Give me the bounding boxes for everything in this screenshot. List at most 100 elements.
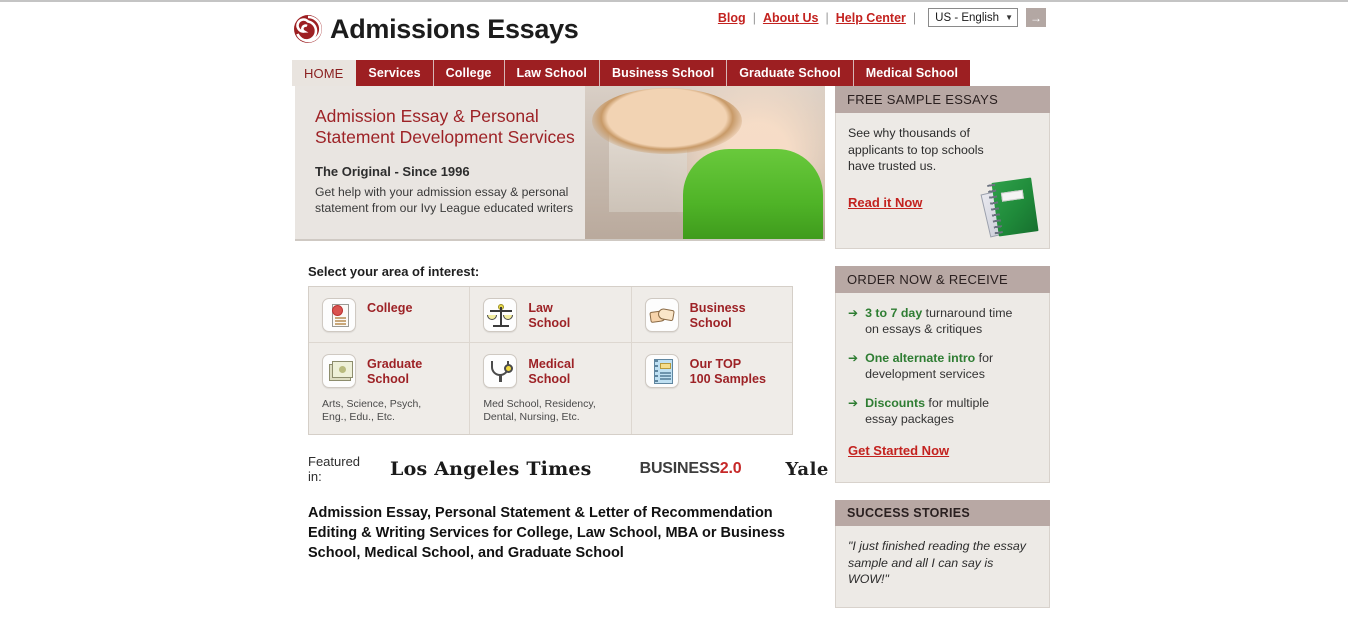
benefit-discounts-text: Discounts for multiple essay packages bbox=[865, 395, 989, 427]
interest-item-medical-school-label: Medical School bbox=[528, 354, 574, 387]
diploma-icon bbox=[322, 354, 356, 388]
free-samples-line3: have trusted us. bbox=[848, 159, 937, 173]
med-note-line1: Med School, Residency, bbox=[483, 398, 596, 410]
interest-item-medical-school[interactable]: Medical School Med School, Residency, De… bbox=[470, 343, 632, 434]
get-started-now-link[interactable]: Get Started Now bbox=[848, 443, 949, 458]
success-story-quote: "I just finished reading the essay sampl… bbox=[848, 538, 1037, 588]
hero-heading-line2: Statement Development Services bbox=[315, 127, 575, 147]
featured-in-row: Featured in: Los Angeles Times BUSINESS2… bbox=[308, 453, 891, 485]
chevron-down-icon: ▼ bbox=[1005, 12, 1013, 22]
interest-item-college-label: College bbox=[367, 298, 413, 316]
link-separator-2: | bbox=[825, 10, 829, 25]
top-link-about-us[interactable]: About Us bbox=[758, 11, 824, 25]
go-button[interactable]: → bbox=[1026, 8, 1046, 27]
scales-of-justice-icon bbox=[483, 298, 518, 332]
green-notebook-icon bbox=[980, 176, 1039, 238]
nav-tab-medical-school[interactable]: Medical School bbox=[853, 60, 971, 86]
spiral-logo-icon bbox=[293, 14, 323, 44]
site-container: Admissions Essays Blog | About Us | Help… bbox=[290, 2, 1050, 625]
panel-free-samples-title: FREE SAMPLE ESSAYS bbox=[835, 86, 1050, 113]
benefit-turnaround-line2: on essays & critiques bbox=[865, 322, 983, 336]
nav-tab-law-school-label: Law School bbox=[516, 66, 587, 80]
student-portrait bbox=[592, 88, 742, 154]
benefit-alt-intro-strong: One alternate intro bbox=[865, 351, 976, 365]
hero-photo bbox=[585, 86, 825, 239]
nav-tab-graduate-school[interactable]: Graduate School bbox=[727, 60, 854, 86]
interest-grad-text2: School bbox=[367, 372, 409, 386]
page-seo-heading: Admission Essay, Personal Statement & Le… bbox=[308, 503, 798, 563]
benefit-turnaround-strong: 3 to 7 day bbox=[865, 306, 923, 320]
nav-tab-graduate-school-label: Graduate School bbox=[739, 66, 841, 80]
benefit-discounts-strong: Discounts bbox=[865, 396, 925, 410]
arrow-right-icon: → bbox=[1030, 10, 1042, 25]
interest-item-graduate-school-label: Graduate School bbox=[367, 354, 422, 387]
language-select[interactable]: US - English ▼ bbox=[928, 8, 1018, 27]
interest-law-text2: School bbox=[528, 316, 571, 330]
nav-tab-medical-school-label: Medical School bbox=[865, 66, 959, 80]
panel-order-now-title: ORDER NOW & RECEIVE bbox=[835, 266, 1050, 293]
read-it-now-link[interactable]: Read it Now bbox=[848, 195, 922, 210]
featured-in-label: Featured in: bbox=[308, 454, 361, 484]
content-columns: Admission Essay & Personal Statement Dev… bbox=[290, 86, 1050, 625]
panel-success-stories-body: "I just finished reading the essay sampl… bbox=[835, 526, 1050, 608]
sidebar: FREE SAMPLE ESSAYS See why thousands of … bbox=[835, 86, 1050, 625]
top-link-blog[interactable]: Blog bbox=[713, 11, 751, 25]
interest-item-business-school-label: Business School bbox=[690, 298, 746, 331]
interest-item-business-school[interactable]: Business School bbox=[632, 287, 792, 342]
benefit-turnaround-rest: turnaround time bbox=[922, 306, 1013, 320]
benefit-item-discounts: ➔ Discounts for multiple essay packages bbox=[848, 395, 1037, 427]
top-navigation-links: Blog | About Us | Help Center | US - Eng… bbox=[713, 8, 1046, 27]
interest-top100-text1: Our TOP bbox=[689, 357, 742, 371]
interest-item-graduate-school[interactable]: Graduate School Arts, Science, Psych, En… bbox=[309, 343, 471, 434]
interest-row-2: Graduate School Arts, Science, Psych, En… bbox=[309, 342, 792, 434]
interest-item-law-school-label: Law School bbox=[528, 298, 570, 331]
interest-law-text1: Law bbox=[528, 301, 553, 315]
interest-grid: College Law School Business School Gradu… bbox=[308, 286, 793, 435]
business-2-0-logo: BUSINESS2.0 bbox=[640, 460, 742, 478]
site-logo[interactable]: Admissions Essays bbox=[293, 14, 579, 44]
panel-success-stories-title: SUCCESS STORIES bbox=[835, 500, 1050, 526]
benefit-alt-intro-rest: for bbox=[975, 351, 994, 365]
nav-tab-law-school[interactable]: Law School bbox=[504, 60, 600, 86]
panel-order-now: ORDER NOW & RECEIVE ➔ 3 to 7 day turnaro… bbox=[835, 266, 1050, 483]
interest-item-graduate-school-note: Arts, Science, Psych, Eng., Edu., Etc. bbox=[322, 398, 461, 424]
interest-item-college[interactable]: College bbox=[309, 287, 471, 342]
free-samples-line1: See why thousands of bbox=[848, 126, 970, 140]
interest-title: Select your area of interest: bbox=[308, 264, 480, 279]
quote-line2: sample and all I can say is bbox=[848, 555, 994, 570]
interest-item-top-100-samples[interactable]: Our TOP 100 Samples bbox=[632, 343, 792, 434]
stethoscope-icon bbox=[483, 354, 518, 388]
notebook-samples-icon bbox=[644, 354, 679, 388]
interest-business-text2: School bbox=[689, 316, 732, 330]
nav-tab-college[interactable]: College bbox=[433, 60, 505, 86]
nav-tab-business-school[interactable]: Business School bbox=[599, 60, 728, 86]
nav-tab-services-label: Services bbox=[368, 66, 421, 80]
hero-text-block: Admission Essay & Personal Statement Dev… bbox=[295, 86, 605, 216]
free-samples-line2: applicants to top schools bbox=[848, 142, 984, 157]
med-note-line2: Dental, Nursing, Etc. bbox=[483, 411, 580, 423]
nav-tab-home[interactable]: HOME bbox=[292, 60, 357, 86]
business-logo-main: BUSINESS bbox=[639, 460, 720, 477]
hero-body-line1: Get help with your admission essay & per… bbox=[315, 185, 569, 199]
nav-tab-services[interactable]: Services bbox=[356, 60, 434, 86]
seo-heading-line1: Admission Essay, Personal Statement & Le… bbox=[308, 505, 647, 521]
grad-note-line2: Eng., Edu., Etc. bbox=[322, 411, 395, 423]
top-link-help-center[interactable]: Help Center bbox=[831, 11, 911, 25]
arrow-bullet-icon: ➔ bbox=[848, 396, 859, 410]
hero-heading: Admission Essay & Personal Statement Dev… bbox=[315, 106, 605, 148]
interest-grad-text1: Graduate bbox=[367, 357, 423, 371]
interest-item-law-school[interactable]: Law School bbox=[470, 287, 632, 342]
benefit-discounts-rest: for multiple bbox=[924, 396, 990, 410]
nav-tab-business-school-label: Business School bbox=[611, 66, 715, 80]
nav-tab-college-label: College bbox=[445, 66, 492, 80]
hero-banner[interactable]: Admission Essay & Personal Statement Dev… bbox=[295, 86, 825, 241]
hero-tagline: The Original - Since 1996 bbox=[315, 164, 470, 179]
handshake-icon bbox=[644, 298, 679, 332]
benefit-discounts-line2: essay packages bbox=[865, 412, 954, 426]
link-separator-1: | bbox=[752, 10, 756, 25]
nav-tab-home-label: HOME bbox=[304, 65, 344, 81]
interest-row-1: College Law School Business School bbox=[309, 287, 792, 342]
panel-order-now-body: ➔ 3 to 7 day turnaround time on essays & … bbox=[835, 293, 1050, 483]
benefit-alternate-intro-text: One alternate intro for development servi… bbox=[865, 350, 993, 382]
main-content: Admission Essay & Personal Statement Dev… bbox=[295, 86, 891, 563]
